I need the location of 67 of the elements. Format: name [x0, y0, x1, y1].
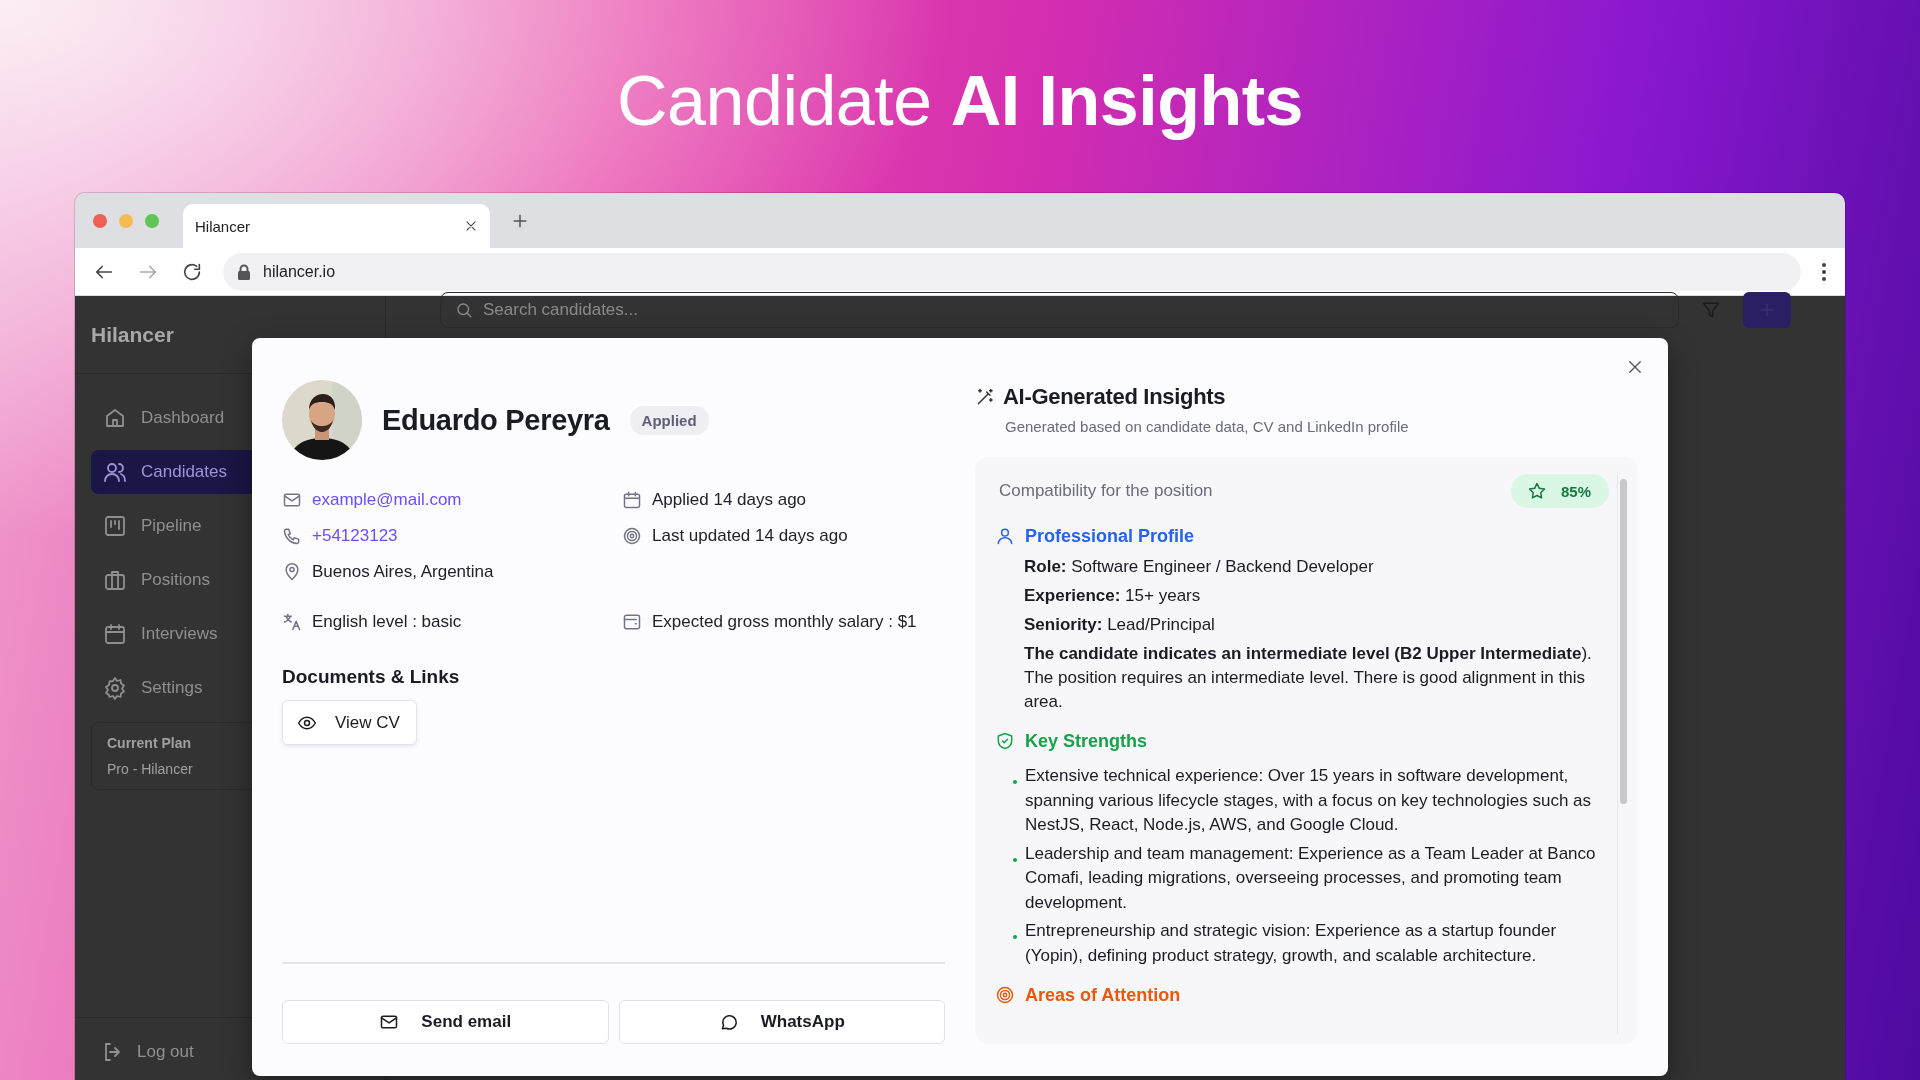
- wallet-icon: [622, 612, 642, 632]
- view-cv-button[interactable]: View CV: [282, 700, 417, 745]
- profile-text: Role: Software Engineer / Backend Developer: [1024, 556, 1375, 578]
- insights-title: AI-Generated Insights: [1003, 384, 1226, 410]
- plan-name: Pro - Hilancer: [107, 761, 194, 777]
- detail-text: Last updated 14 days ago: [652, 526, 848, 546]
- headline: Candidate AI Insights: [617, 60, 1303, 141]
- contact-link[interactable]: +54123123: [312, 526, 398, 546]
- settings-icon: [103, 676, 127, 700]
- plan-label: Current Plan: [107, 735, 192, 751]
- home-icon: [103, 406, 127, 430]
- profile-text: The candidate indicates an intermediate level (B2 Upper Intermediate). The position requires an intermediate level. There is good alignment in this area.: [1024, 643, 1593, 713]
- close-icon: [464, 219, 478, 233]
- shield-check-icon: [995, 731, 1015, 751]
- url-text: hilancer.io: [263, 262, 336, 281]
- profile-text: Seniority: Lead/Principal: [1024, 614, 1216, 636]
- section-title: Key Strengths: [1025, 730, 1148, 752]
- detail-text: English level : basic: [312, 612, 462, 632]
- compatibility-badge: 85%: [1510, 474, 1609, 508]
- compatibility-label: Compatibility for the position: [999, 481, 1213, 501]
- bullet-icon: [1013, 935, 1017, 939]
- board-icon: [103, 514, 127, 538]
- translate-icon: [282, 612, 302, 632]
- section-title: Professional Profile: [1025, 525, 1195, 547]
- magic-wand-icon: [975, 387, 995, 407]
- search-placeholder: Search candidates...: [483, 300, 638, 320]
- calendar-icon: [103, 622, 127, 646]
- whatsapp-button[interactable]: WhatsApp: [618, 1000, 945, 1044]
- logout-button[interactable]: Log out: [91, 1040, 204, 1064]
- insights-subtitle: Generated based on candidate data, CV and LinkedIn profile: [1005, 418, 1410, 435]
- bullet-icon: [1013, 857, 1017, 862]
- target-icon: [622, 526, 642, 546]
- strength-text: Leadership and team management: Experience as a Team Leader at Banco Comafi, leading migrations, overseeing processes, and promoting team development.: [1025, 842, 1597, 914]
- lock-icon: [237, 263, 251, 280]
- section-heading: Documents & Links: [282, 666, 461, 688]
- search-field[interactable]: Search candidates...: [440, 292, 1679, 328]
- close-icon: [1626, 358, 1644, 376]
- strength-text: Entrepreneurship and strategic vision: Experience as a startup founder (Yopin), defining product strategy, growth, and scalable architecture.: [1025, 920, 1558, 967]
- users-icon: [103, 460, 127, 484]
- user-icon: [995, 526, 1015, 546]
- address-bar[interactable]: hilancer.io: [223, 252, 1801, 291]
- filter-icon: [1701, 300, 1721, 320]
- detail-text: Expected gross monthly salary : $1: [652, 612, 917, 632]
- briefcase-icon: [103, 568, 127, 592]
- profile-text: Experience: 15+ years: [1024, 585, 1202, 607]
- calendar-icon: [622, 490, 642, 510]
- send-email-button[interactable]: Send email: [282, 1000, 609, 1044]
- mail-icon: [379, 1012, 400, 1032]
- section-title: Areas of Attention: [1025, 984, 1181, 1006]
- strength-text: Extensive technical experience: Over 15 years in software development, spanning various lifecycle stages, with a focus on key technologies such as NestJS, React, Node.js, AWS, and Google Cloud.: [1025, 765, 1593, 836]
- nav-item[interactable]: Dashboard: [91, 396, 369, 440]
- scrollbar-thumb[interactable]: [1620, 479, 1627, 805]
- close-window-button[interactable]: [93, 213, 107, 228]
- bullet-icon: [1013, 780, 1017, 784]
- detail-text: Buenos Aires, Argentina: [312, 562, 494, 582]
- kebab-menu-icon: [1821, 261, 1827, 282]
- phone-icon: [282, 526, 302, 546]
- browser-tab[interactable]: Hilancer: [183, 204, 490, 248]
- candidate-name: Eduardo Pereyra: [382, 403, 610, 437]
- tab-title: Hilancer: [195, 217, 251, 235]
- location-pin-icon: [282, 562, 302, 582]
- star-icon: [1526, 481, 1547, 501]
- status-badge: Applied: [629, 405, 709, 435]
- target-icon: [995, 985, 1015, 1005]
- search-icon: [455, 301, 473, 319]
- detail-text: Applied 14 days ago: [652, 490, 807, 510]
- mail-icon: [282, 490, 302, 510]
